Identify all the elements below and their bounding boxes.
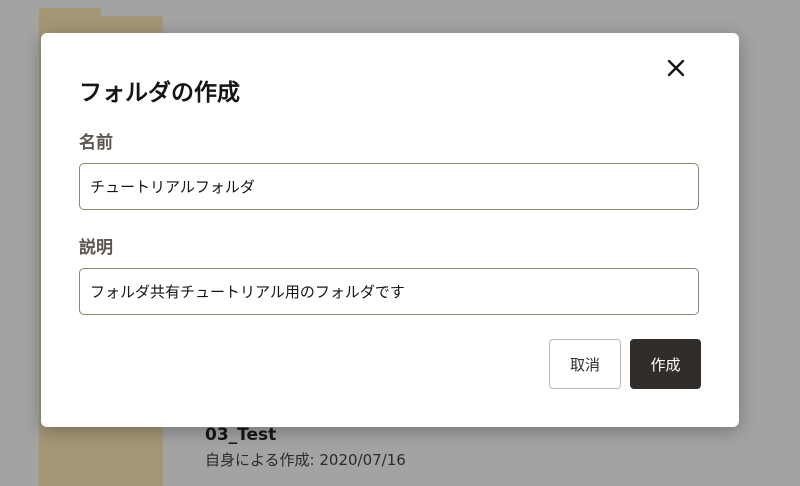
name-label: 名前	[79, 133, 113, 153]
close-button[interactable]	[661, 53, 691, 83]
close-icon	[667, 59, 685, 77]
create-folder-dialog: フォルダの作成 名前 説明 取消 作成	[41, 33, 739, 427]
dialog-title: フォルダの作成	[79, 80, 240, 106]
description-input[interactable]	[79, 268, 699, 315]
folder-item-name: 03_Test	[205, 425, 277, 445]
name-input[interactable]	[79, 163, 699, 210]
description-label: 説明	[79, 238, 113, 258]
background-folder-item: 03_Test 自身による作成: 2020/07/16	[205, 424, 406, 470]
create-button[interactable]: 作成	[630, 339, 701, 389]
cancel-button[interactable]: 取消	[549, 339, 621, 389]
folder-item-meta: 自身による作成: 2020/07/16	[205, 451, 406, 469]
